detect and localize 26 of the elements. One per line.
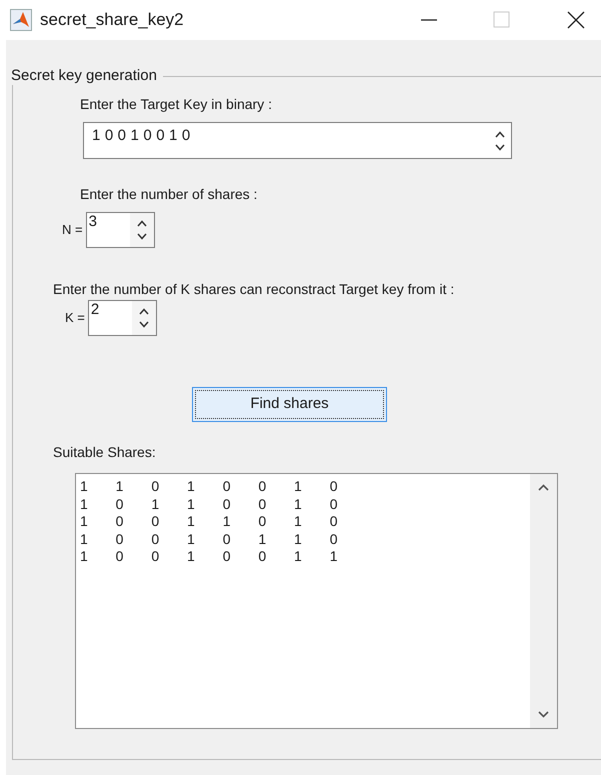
number-spinner[interactable]: 2	[88, 300, 157, 336]
app-logo-icon	[10, 9, 32, 31]
scroll-down-icon[interactable]	[538, 711, 549, 718]
scrollbar[interactable]	[530, 474, 557, 728]
target-key-label: Enter the Target Key in binary :	[80, 95, 273, 113]
find-shares-button[interactable]: Find shares	[192, 387, 387, 422]
close-icon[interactable]	[567, 11, 585, 29]
group-title: Secret key generation	[11, 67, 163, 85]
shares-count-label: Enter the number of shares :	[80, 185, 258, 203]
number-spinner[interactable]: 3	[86, 212, 155, 248]
target-key-value: 10010010	[91, 126, 195, 146]
target-key-field[interactable]: 10010010	[83, 122, 512, 159]
share-row[interactable]: 1 0 0 1 0 0 1 1	[80, 548, 338, 566]
spinner-value: 2	[90, 301, 100, 320]
scroll-up-icon[interactable]	[538, 484, 549, 491]
spinner-value: 3	[88, 213, 97, 232]
k-label: K =	[65, 309, 85, 328]
suitable-shares-label: Suitable Shares:	[53, 443, 157, 461]
share-row[interactable]: 1 1 0 1 0 0 1 0	[80, 478, 338, 496]
window-title: secret_share_key2	[40, 9, 184, 32]
share-row[interactable]: 1 0 1 1 0 0 1 0	[80, 496, 338, 513]
share-row[interactable]: 1 0 0 1 0 1 1 0	[80, 530, 338, 548]
shares-list[interactable]: 1 1 0 1 0 0 1 0 1 0 1 1 0 0 1 0 1 0 0 1 1 0 1 0 1 0 0 1 0 1 1 0 1 0 0 1 0 0 1 1	[75, 473, 558, 729]
n-label: N =	[62, 221, 83, 240]
share-row[interactable]: 1 0 0 1 1 0 1 0	[80, 513, 338, 530]
threshold-label: Enter the number of K shares can reconstract Target key from it :	[53, 280, 456, 298]
